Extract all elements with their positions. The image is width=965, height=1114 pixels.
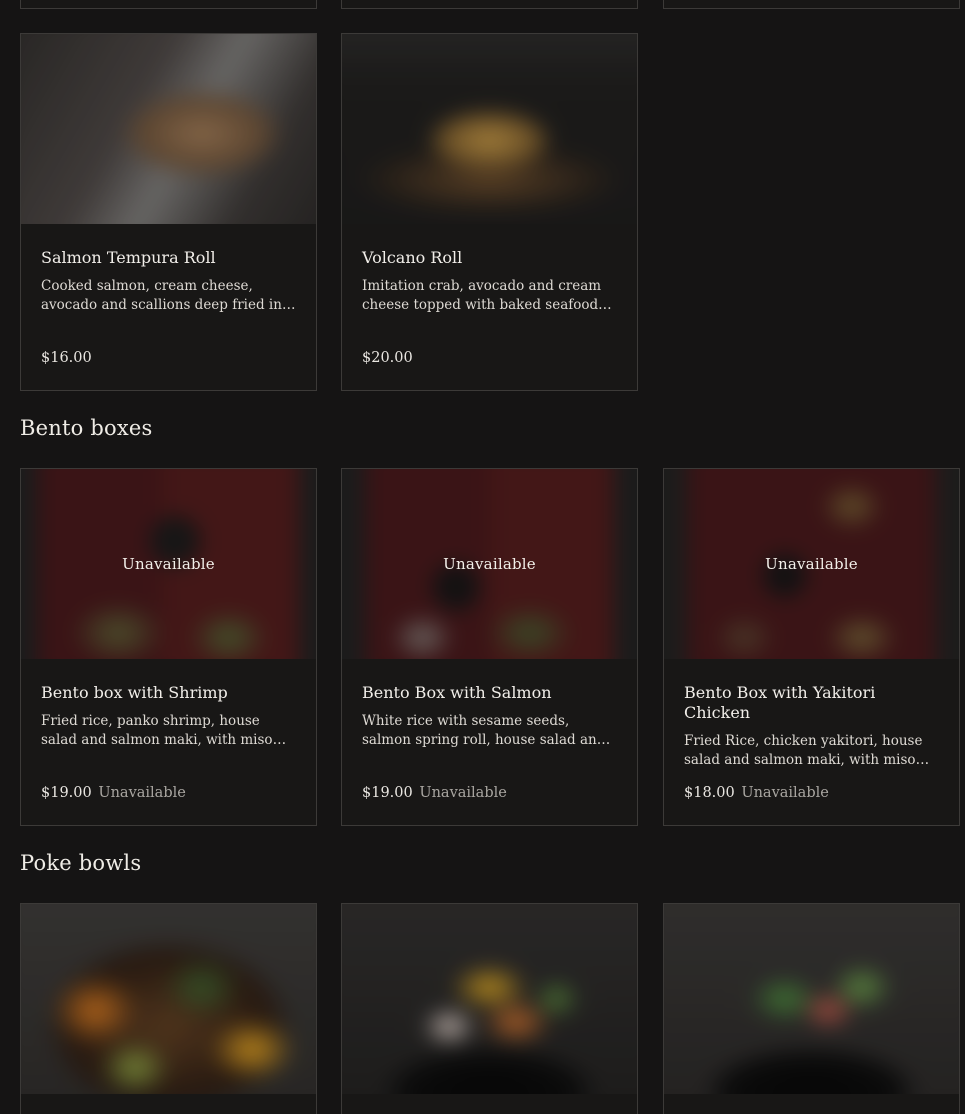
menu-item-bento-box-yakitori[interactable]: Unavailable Bento Box with Yakitori Chic…	[663, 468, 960, 826]
item-photo	[342, 904, 637, 1094]
item-title: Bento Box with Yakitori Chicken	[684, 683, 876, 722]
unavailable-label: Unavailable	[419, 785, 507, 801]
item-photo	[21, 34, 316, 224]
item-photo: Unavailable	[21, 469, 316, 659]
menu-item-bento-box-salmon[interactable]: Unavailable Bento Box with Salmon White …	[341, 468, 638, 826]
item-title: Bento Box with Salmon	[362, 683, 552, 702]
item-description: Fried rice, panko shrimp, house salad an…	[41, 713, 273, 748]
item-price: $20.00	[362, 350, 413, 366]
menu-item-poke-bowl[interactable]	[20, 903, 317, 1114]
item-title: Volcano Roll	[362, 248, 463, 267]
item-price: $19.00 Unavailable	[362, 785, 507, 801]
menu-item-card[interactable]	[20, 0, 317, 9]
item-price: $18.00 Unavailable	[684, 785, 829, 801]
menu-item-salmon-tempura-roll[interactable]: Salmon Tempura Roll Cooked salmon, cream…	[20, 33, 317, 391]
item-description: Cooked salmon, cream cheese, avocado and…	[41, 278, 282, 313]
menu-item-poke-bowl[interactable]	[341, 903, 638, 1114]
item-price: $16.00	[41, 350, 92, 366]
unavailable-overlay: Unavailable	[443, 555, 536, 573]
menu-item-poke-bowl[interactable]	[663, 903, 960, 1114]
item-photo	[342, 34, 637, 224]
item-description: Fried Rice, chicken yakitori, house sala…	[684, 733, 923, 768]
item-description: White rice with sesame seeds, salmon spr…	[362, 713, 606, 748]
section-title-bento-boxes: Bento boxes	[20, 416, 153, 440]
unavailable-overlay: Unavailable	[122, 555, 215, 573]
menu-item-card[interactable]	[663, 0, 960, 9]
section-title-poke-bowls: Poke bowls	[20, 851, 142, 875]
menu-item-volcano-roll[interactable]: Volcano Roll Imitation crab, avocado and…	[341, 33, 638, 391]
item-title: Bento box with Shrimp	[41, 683, 228, 702]
item-price: $19.00 Unavailable	[41, 785, 186, 801]
item-photo: Unavailable	[664, 469, 959, 659]
item-description: Imitation crab, avocado and cream cheese…	[362, 278, 602, 313]
menu-item-card[interactable]	[341, 0, 638, 9]
unavailable-label: Unavailable	[98, 785, 186, 801]
item-photo: Unavailable	[342, 469, 637, 659]
unavailable-label: Unavailable	[741, 785, 829, 801]
item-photo	[664, 904, 959, 1094]
menu-item-bento-box-shrimp[interactable]: Unavailable Bento box with Shrimp Fried …	[20, 468, 317, 826]
unavailable-overlay: Unavailable	[765, 555, 858, 573]
item-title: Salmon Tempura Roll	[41, 248, 216, 267]
item-photo	[21, 904, 316, 1094]
